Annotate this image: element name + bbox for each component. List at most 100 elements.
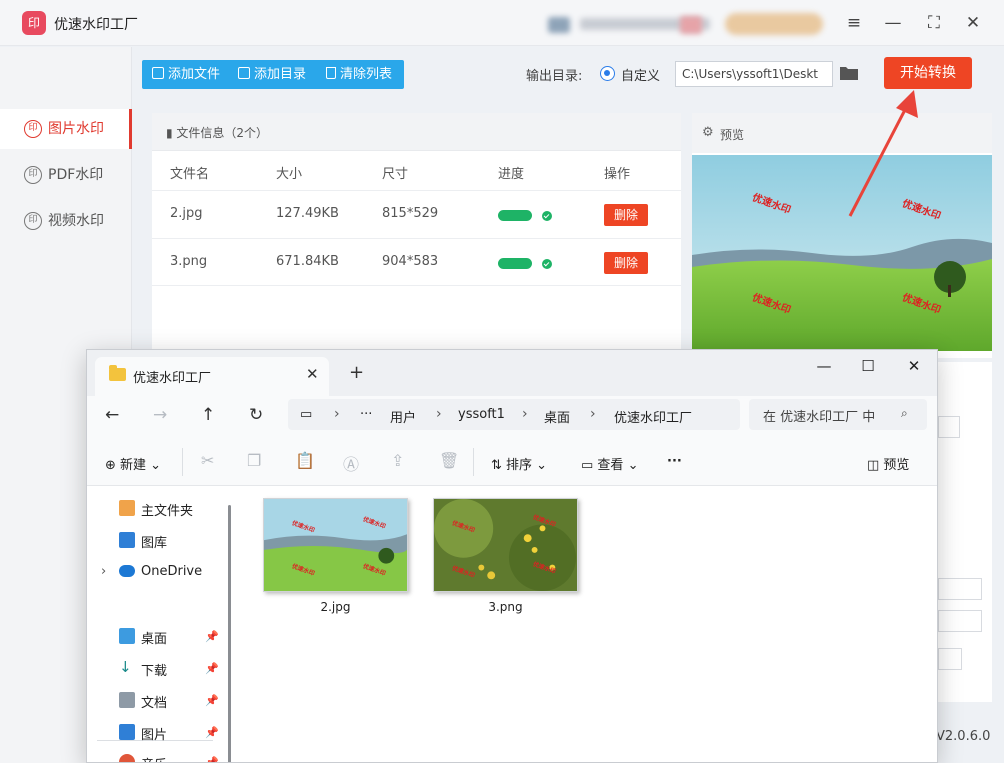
document-icon (119, 692, 135, 708)
search-input[interactable]: 在 优速水印工厂 中 ⌕ (749, 399, 927, 430)
browse-folder-icon[interactable] (839, 65, 859, 81)
sidebar-item-onedrive[interactable]: OneDrive (141, 564, 202, 579)
setting-stepper[interactable] (938, 610, 982, 632)
preview-title: 预览 (720, 128, 745, 142)
sidebar-item-gallery[interactable]: 图库 (141, 532, 167, 551)
minimize-icon[interactable]: — (809, 354, 839, 378)
more-options-button[interactable]: ··· (667, 454, 682, 469)
sort-label: 排序 (506, 458, 533, 473)
breadcrumb-item[interactable]: 优速水印工厂 (614, 407, 692, 426)
sidebar-item-music[interactable]: 音乐 (141, 754, 167, 762)
trash-icon[interactable]: 🗑 (439, 451, 459, 470)
file-label[interactable]: 2.jpg (263, 600, 408, 614)
divider (182, 448, 183, 476)
rename-icon[interactable]: Ⓐ (343, 451, 359, 475)
sidebar-scrollbar[interactable] (228, 505, 231, 762)
add-file-button[interactable]: 添加文件 (152, 60, 220, 89)
custom-radio[interactable] (600, 66, 615, 81)
folder-icon (109, 365, 126, 381)
add-dir-label: 添加目录 (254, 67, 307, 82)
refresh-icon[interactable]: ↻ (249, 405, 263, 425)
progress-bar (498, 258, 532, 269)
folder-icon (238, 67, 250, 79)
sidebar-item-home[interactable]: 主文件夹 (141, 500, 193, 519)
file-icon (152, 67, 164, 79)
new-tab-button[interactable]: + (349, 362, 364, 383)
share-icon[interactable]: ⇪ (391, 451, 404, 470)
blurred-avatar (548, 17, 570, 33)
sidebar-item-downloads[interactable]: 下载 (141, 660, 167, 679)
watermark-icon: 印 (24, 120, 42, 138)
nav-item-image-watermark[interactable]: 印 图片水印 (0, 109, 132, 149)
nav-item-pdf-watermark[interactable]: 印 PDF水印 (0, 155, 132, 195)
check-icon (542, 211, 552, 221)
file-size: 127.49KB (276, 206, 339, 221)
search-placeholder: 在 优速水印工厂 中 (763, 410, 876, 425)
file-dims: 815*529 (382, 206, 439, 221)
picture-icon (119, 724, 135, 740)
breadcrumb-item[interactable]: 桌面 (544, 407, 570, 426)
output-path-input[interactable]: C:\Users\yssoft1\Deskt (675, 61, 833, 87)
file-label[interactable]: 3.png (433, 600, 578, 614)
breadcrumb-item[interactable]: 用户 (390, 407, 416, 426)
forward-icon[interactable]: → (153, 405, 167, 425)
col-header-size: 大小 (276, 167, 303, 182)
add-dir-button[interactable]: 添加目录 (238, 60, 306, 89)
clear-list-label: 清除列表 (340, 67, 393, 82)
view-label: 查看 (597, 458, 624, 473)
setting-stepper[interactable] (938, 578, 982, 600)
breadcrumb-more[interactable]: ··· (360, 407, 372, 422)
new-button[interactable]: ⊕ 新建 ⌄ (105, 454, 161, 473)
file-thumbnail[interactable]: 优速水印 优速水印 优速水印 优速水印 (263, 498, 408, 592)
col-header-dims: 尺寸 (382, 167, 409, 182)
breadcrumb-item[interactable]: yssoft1 (458, 407, 505, 422)
custom-radio-label[interactable]: 自定义 (621, 65, 660, 84)
back-icon[interactable]: ← (105, 405, 119, 425)
setting-dropdown[interactable] (938, 416, 960, 438)
blurred-badge (680, 16, 702, 34)
sidebar-item-pictures[interactable]: 图片 (141, 724, 167, 743)
file-size: 671.84KB (276, 254, 339, 269)
view-button[interactable]: ▭ 查看 ⌄ (581, 454, 638, 473)
minimize-icon[interactable]: — (880, 10, 906, 36)
pin-icon: 📌 (205, 694, 219, 707)
cut-icon[interactable]: ✂ (201, 451, 214, 470)
menu-icon[interactable]: ≡ (841, 10, 867, 36)
col-header-progress: 进度 (498, 167, 525, 182)
maximize-icon[interactable]: ⛶ (921, 10, 947, 36)
close-icon[interactable]: ✕ (899, 354, 929, 378)
watermark-icon: 印 (24, 212, 42, 230)
maximize-icon[interactable]: ☐ (853, 354, 883, 378)
gallery-icon (119, 532, 135, 548)
paste-icon[interactable]: 📋 (295, 451, 315, 470)
watermark-icon: 印 (24, 166, 42, 184)
clear-list-button[interactable]: 清除列表 (326, 60, 392, 89)
chevron-right-icon: › (334, 406, 340, 422)
delete-button[interactable]: 删除 (604, 204, 648, 226)
nav-item-video-watermark[interactable]: 印 视频水印 (0, 201, 132, 241)
close-icon[interactable]: ✕ (960, 10, 986, 36)
delete-button[interactable]: 删除 (604, 252, 648, 274)
table-row: 2.jpg 127.49KB 815*529 删除 (152, 190, 681, 238)
start-convert-button[interactable]: 开始转换 (884, 57, 972, 89)
chevron-right-icon[interactable]: › (101, 564, 106, 579)
app-title: 优速水印工厂 (54, 17, 138, 33)
search-icon: ⌕ (901, 406, 908, 420)
col-header-action: 操作 (604, 167, 631, 182)
up-icon[interactable]: ↑ (201, 405, 215, 425)
sort-button[interactable]: ⇅ 排序 ⌄ (491, 454, 547, 473)
output-dir-label: 输出目录: (526, 69, 583, 84)
file-info-title: ▮ 文件信息（2个） (166, 126, 269, 140)
explorer-tab[interactable]: 优速水印工厂 ✕ (95, 357, 329, 396)
file-thumbnail[interactable]: 优速水印 优速水印 优速水印 优速水印 (433, 498, 578, 592)
setting-stepper[interactable] (938, 648, 962, 670)
breadcrumb[interactable]: ▭ › ··· 用户 › yssoft1 › 桌面 › 优速水印工厂 (288, 399, 740, 430)
pin-icon: 📌 (205, 630, 219, 643)
sidebar-item-documents[interactable]: 文档 (141, 692, 167, 711)
preview-pane-button[interactable]: ◫ 预览 (867, 454, 909, 473)
close-tab-icon[interactable]: ✕ (306, 365, 319, 383)
copy-icon[interactable]: ❐ (247, 451, 261, 470)
sidebar-item-desktop[interactable]: 桌面 (141, 628, 167, 647)
pin-icon: 📌 (205, 662, 219, 675)
download-icon: ↓ (119, 660, 135, 676)
